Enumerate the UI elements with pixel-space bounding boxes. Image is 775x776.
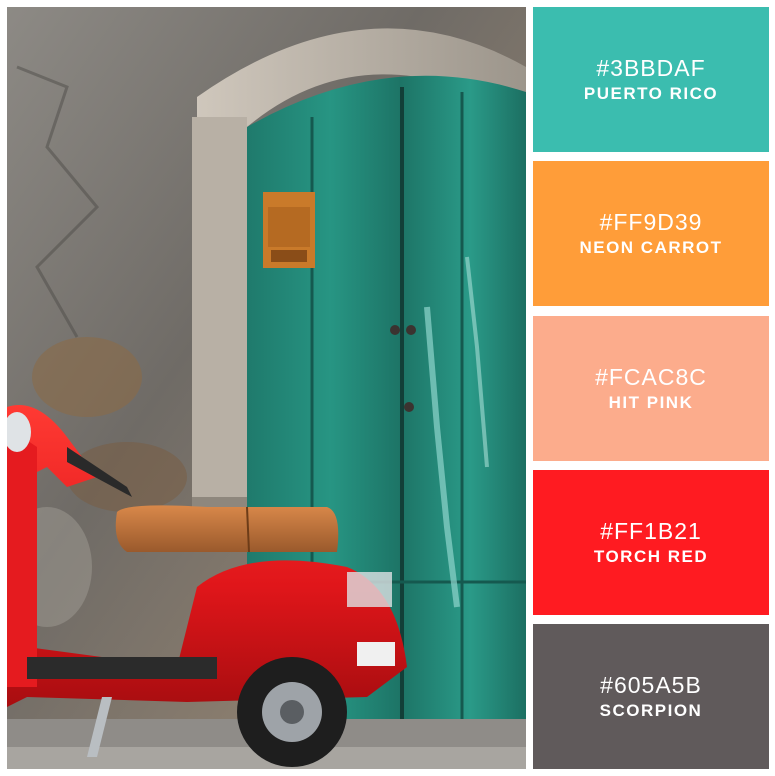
swatch-color-name: HIT PINK xyxy=(608,392,694,412)
swatch-hit-pink: #FCAC8C HIT PINK xyxy=(533,316,769,461)
swatch-scorpion: #605A5B SCORPION xyxy=(533,624,769,769)
swatch-hex-code: #FCAC8C xyxy=(595,363,707,390)
swatch-hex-code: #605A5B xyxy=(600,671,702,698)
swatch-color-name: TORCH RED xyxy=(593,546,709,566)
swatch-hex-code: #FF9D39 xyxy=(599,208,703,235)
swatch-hex-code: #FF1B21 xyxy=(600,517,702,544)
swatch-color-name: NEON CARROT xyxy=(579,237,723,257)
swatch-torch-red: #FF1B21 TORCH RED xyxy=(533,470,769,615)
swatch-hex-code: #3BBDAF xyxy=(596,54,706,81)
swatch-color-name: PUERTO RICO xyxy=(583,83,719,103)
scooter-door-photo xyxy=(7,7,526,769)
swatch-color-name: SCORPION xyxy=(599,700,703,720)
swatch-neon-carrot: #FF9D39 NEON CARROT xyxy=(533,161,769,306)
swatch-puerto-rico: #3BBDAF PUERTO RICO xyxy=(533,7,769,152)
